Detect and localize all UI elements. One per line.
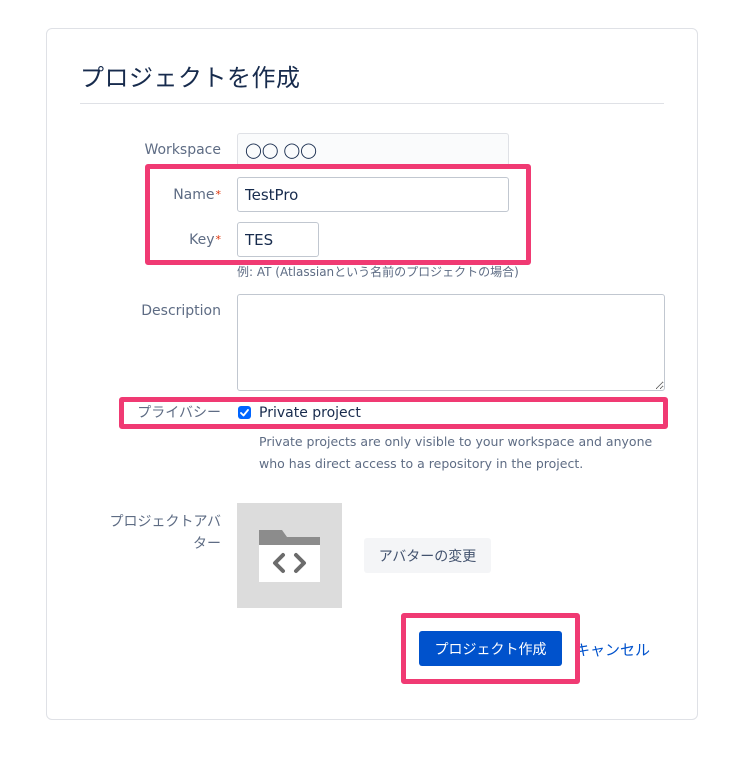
private-project-label[interactable]: Private project	[259, 404, 361, 422]
cancel-link[interactable]: キャンセル	[575, 639, 650, 660]
name-label-text: Name	[173, 187, 215, 203]
key-input[interactable]	[237, 222, 319, 257]
required-mark: *	[215, 188, 222, 201]
privacy-help-line-1: Private projects are only visible to you…	[259, 434, 653, 449]
name-label: Name*	[61, 186, 221, 204]
folder-code-icon	[259, 530, 320, 582]
private-project-checkbox[interactable]	[238, 406, 251, 419]
checkmark-icon	[240, 408, 249, 416]
key-label-text: Key	[189, 232, 215, 248]
change-avatar-button[interactable]: アバターの変更	[364, 538, 491, 573]
key-help-text: 例: AT (Atlassianという名前のプロジェクトの場合)	[237, 265, 519, 279]
title-divider	[80, 103, 664, 104]
avatar-label-line-2: ター	[193, 536, 221, 552]
privacy-label: プライバシー	[137, 405, 221, 421]
workspace-label: Workspace	[144, 142, 221, 158]
workspace-field[interactable]	[237, 133, 509, 167]
description-label: Description	[141, 303, 221, 319]
project-avatar	[237, 503, 342, 608]
page-title: プロジェクトを作成	[80, 64, 301, 92]
privacy-help-line-2: who has direct access to a repository in…	[259, 456, 584, 471]
key-label: Key*	[61, 231, 221, 249]
name-input[interactable]	[237, 177, 509, 212]
description-textarea[interactable]	[237, 294, 665, 391]
create-project-button[interactable]: プロジェクト作成	[419, 631, 562, 666]
required-mark: *	[215, 233, 222, 246]
avatar-label: プロジェクトアバ ター	[61, 511, 221, 555]
avatar-label-line-1: プロジェクトアバ	[109, 514, 221, 530]
